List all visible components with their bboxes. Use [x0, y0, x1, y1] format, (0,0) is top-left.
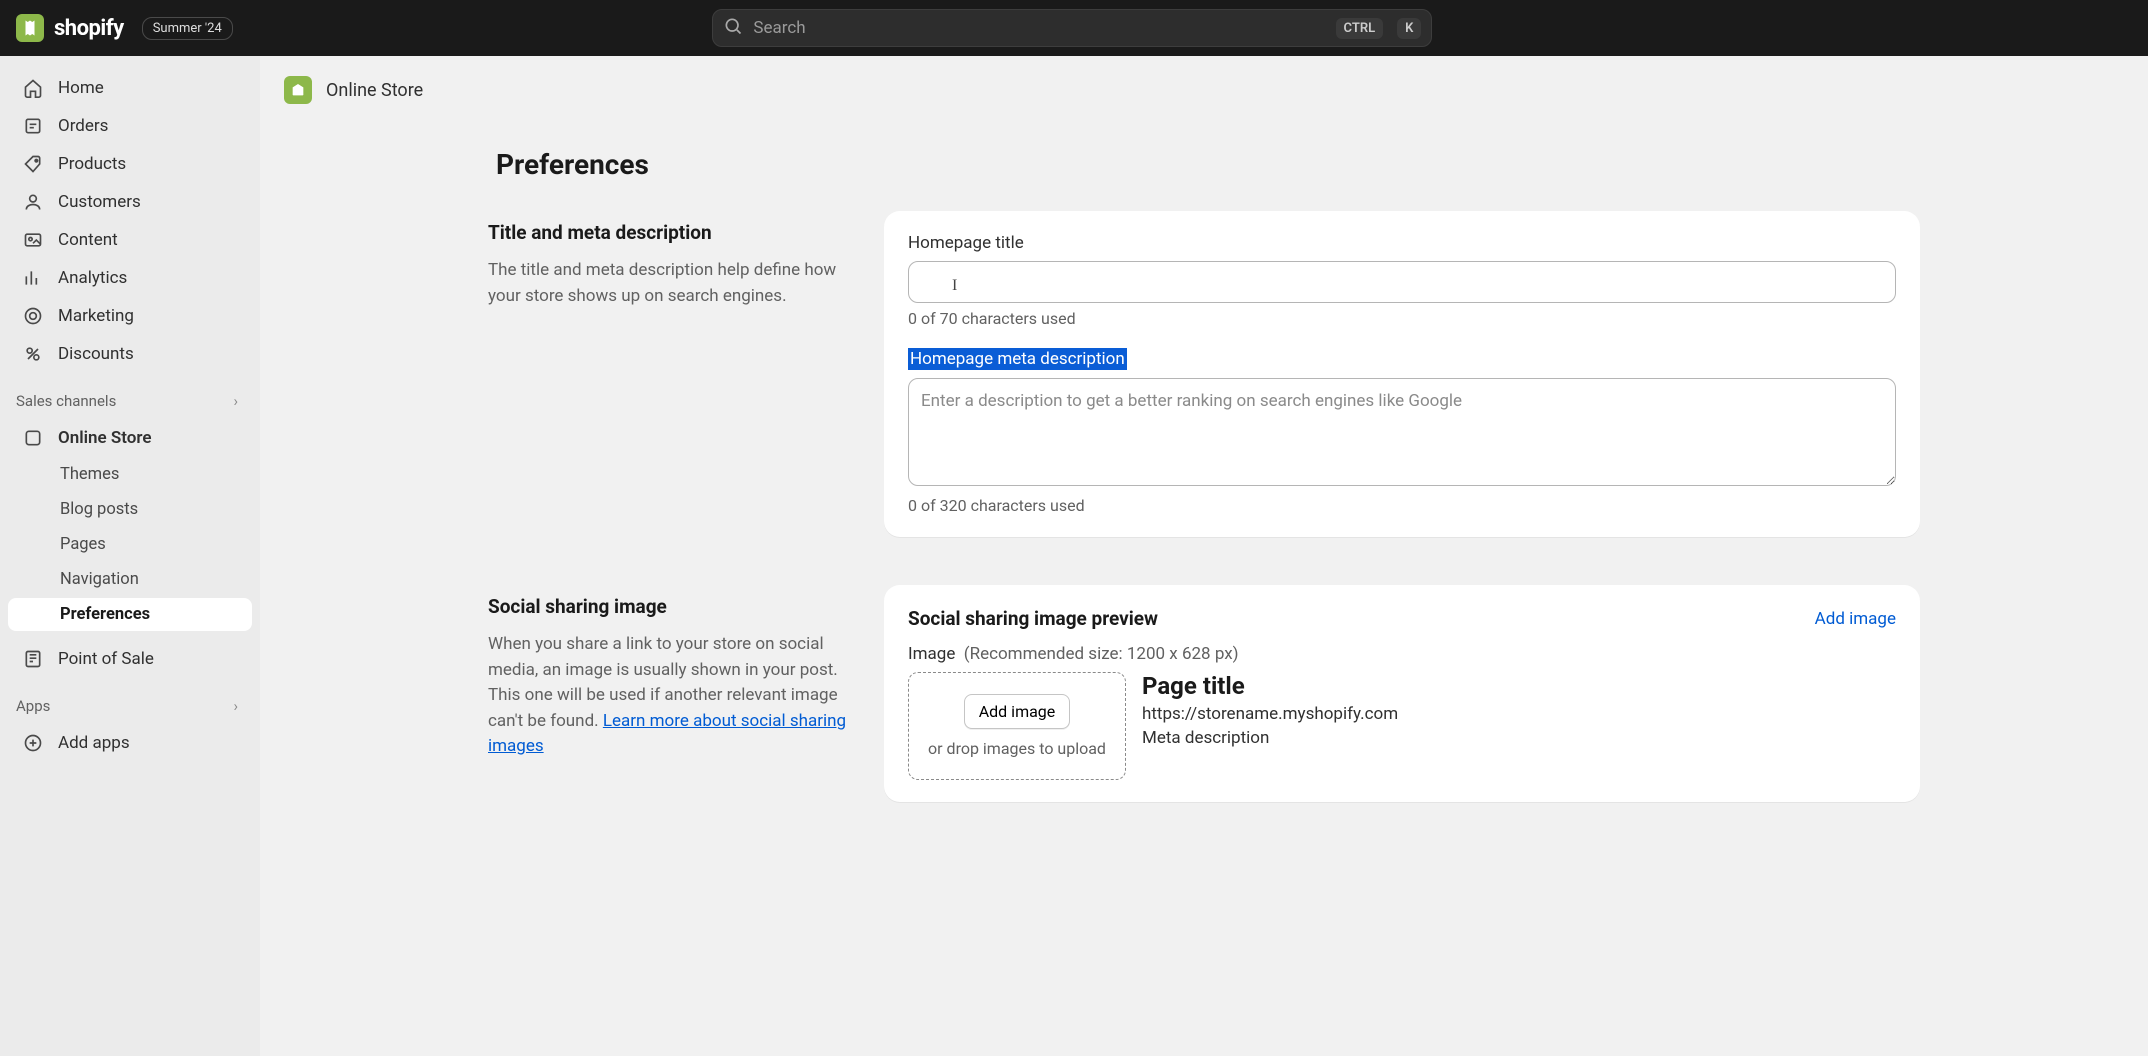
- nav-orders[interactable]: Orders: [8, 108, 252, 144]
- nav-analytics[interactable]: Analytics: [8, 260, 252, 296]
- pos-icon: [22, 648, 44, 670]
- drop-text: or drop images to upload: [928, 739, 1106, 758]
- marketing-icon: [22, 305, 44, 327]
- main-content: Online Store Preferences Title and meta …: [260, 56, 2148, 1056]
- nav-label: Content: [58, 230, 118, 250]
- nav-blog-posts[interactable]: Blog posts: [8, 493, 252, 526]
- meta-desc-label: Homepage meta description: [908, 348, 1127, 370]
- customers-icon: [22, 191, 44, 213]
- nav-label: Discounts: [58, 344, 134, 364]
- logo-text: shopify: [54, 16, 124, 41]
- shopify-logo-icon: [16, 14, 44, 42]
- nav-products[interactable]: Products: [8, 146, 252, 182]
- homepage-title-input[interactable]: [908, 261, 1896, 303]
- chevron-right-icon: ›: [233, 697, 238, 715]
- add-image-button[interactable]: Add image: [964, 694, 1071, 729]
- nav-content[interactable]: Content: [8, 222, 252, 258]
- section-desc-title-meta: The title and meta description help defi…: [488, 258, 848, 309]
- meta-desc-helper: 0 of 320 characters used: [908, 496, 1896, 515]
- preview-url: https://storename.myshopify.com: [1142, 704, 1896, 724]
- sidebar: Home Orders Products Customers Content A…: [0, 56, 260, 1056]
- preview-meta-desc: Meta description: [1142, 728, 1896, 748]
- kbd-ctrl: CTRL: [1336, 18, 1384, 39]
- nav-label: Analytics: [58, 268, 127, 288]
- homepage-title-helper: 0 of 70 characters used: [908, 309, 1896, 328]
- nav-pages[interactable]: Pages: [8, 528, 252, 561]
- orders-icon: [22, 115, 44, 137]
- social-card-title: Social sharing image preview: [908, 607, 1158, 630]
- online-store-crumb-icon: [284, 76, 312, 104]
- section-heading-title-meta: Title and meta description: [488, 221, 848, 244]
- card-social: Social sharing image preview Add image I…: [884, 585, 1920, 802]
- plus-circle-icon: [22, 732, 44, 754]
- nav-pos[interactable]: Point of Sale: [8, 641, 252, 677]
- search-input[interactable]: [753, 18, 1325, 38]
- edition-badge: Summer '24: [142, 17, 233, 40]
- kbd-k: K: [1397, 18, 1421, 39]
- card-title-meta: Homepage title 0 of 70 characters used I…: [884, 211, 1920, 537]
- meta-desc-input[interactable]: [908, 378, 1896, 486]
- nav-label: Orders: [58, 116, 108, 136]
- apps-header[interactable]: Apps ›: [8, 679, 252, 723]
- section-heading-social: Social sharing image: [488, 595, 848, 618]
- nav-label: Products: [58, 154, 126, 174]
- nav-preferences[interactable]: Preferences: [8, 598, 252, 631]
- nav-online-store[interactable]: Online Store: [8, 420, 252, 456]
- content-icon: [22, 229, 44, 251]
- logo[interactable]: shopify Summer '24: [16, 14, 233, 42]
- add-image-link[interactable]: Add image: [1815, 609, 1896, 629]
- image-dropzone[interactable]: Add image or drop images to upload: [908, 672, 1126, 780]
- nav-label: Point of Sale: [58, 649, 154, 669]
- home-icon: [22, 77, 44, 99]
- nav-label: Marketing: [58, 306, 134, 326]
- search-icon: [723, 16, 743, 40]
- online-store-icon: [22, 427, 44, 449]
- nav-label: Customers: [58, 192, 141, 212]
- chevron-right-icon: ›: [233, 392, 238, 410]
- nav-marketing[interactable]: Marketing: [8, 298, 252, 334]
- nav-home[interactable]: Home: [8, 70, 252, 106]
- share-preview: Page title https://storename.myshopify.c…: [1142, 672, 1896, 780]
- analytics-icon: [22, 267, 44, 289]
- nav-label: Home: [58, 78, 104, 98]
- page-title: Preferences: [496, 148, 1920, 181]
- nav-themes[interactable]: Themes: [8, 458, 252, 491]
- nav-label: Add apps: [58, 733, 130, 753]
- global-search[interactable]: CTRL K: [712, 9, 1432, 47]
- homepage-title-label: Homepage title: [908, 233, 1896, 253]
- breadcrumb: Online Store: [260, 56, 2148, 112]
- section-desc-social: When you share a link to your store on s…: [488, 632, 848, 760]
- nav-label: Online Store: [58, 428, 152, 448]
- topbar: shopify Summer '24 CTRL K: [0, 0, 2148, 56]
- nav-navigation[interactable]: Navigation: [8, 563, 252, 596]
- breadcrumb-text: Online Store: [326, 80, 423, 101]
- products-icon: [22, 153, 44, 175]
- nav-customers[interactable]: Customers: [8, 184, 252, 220]
- image-legend: Image (Recommended size: 1200 x 628 px): [908, 644, 1896, 664]
- nav-add-apps[interactable]: Add apps: [8, 725, 252, 761]
- preview-page-title: Page title: [1142, 672, 1896, 700]
- nav-discounts[interactable]: Discounts: [8, 336, 252, 372]
- sales-channels-header[interactable]: Sales channels ›: [8, 374, 252, 418]
- discounts-icon: [22, 343, 44, 365]
